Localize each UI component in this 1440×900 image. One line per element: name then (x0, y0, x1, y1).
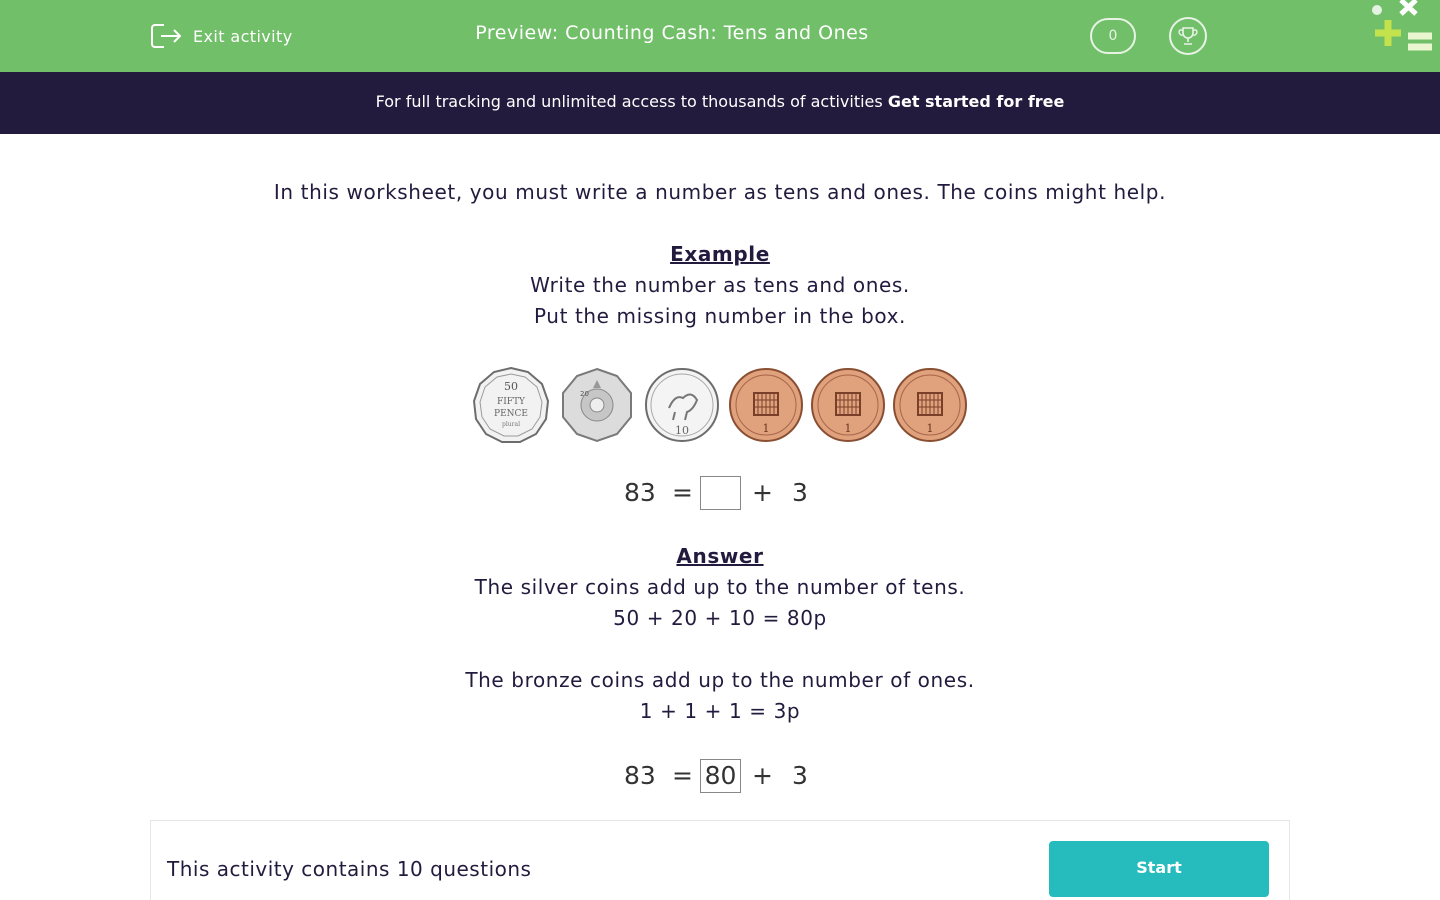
plus-sign: + (752, 478, 773, 507)
trophy-icon (1178, 27, 1198, 45)
equation-number: 3 (792, 478, 808, 507)
answer-line: 1 + 1 + 1 = 3p (639, 699, 801, 723)
svg-text:FIFTY: FIFTY (497, 397, 526, 407)
svg-text:1: 1 (845, 422, 852, 435)
one-penny-coin-icon: 1 (893, 368, 967, 442)
answer-line: The bronze coins add up to the number of… (465, 668, 975, 692)
exit-activity-button[interactable]: Exit activity (150, 21, 293, 51)
equation-number: 3 (792, 761, 808, 790)
equation-number: 83 (624, 761, 656, 790)
equals-sign: = (672, 761, 693, 790)
fifty-pence-coin-icon: 50 FIFTY PENCE plural (472, 366, 550, 443)
get-started-link[interactable]: Get started for free (888, 92, 1065, 111)
answer-line: 50 + 20 + 10 = 80p (613, 606, 827, 630)
logo-icon (1372, 0, 1432, 51)
svg-text:plural: plural (502, 421, 520, 428)
answer-box (700, 476, 741, 510)
intro-text: In this worksheet, you must write a numb… (273, 180, 1167, 204)
equation-number: 83 (624, 478, 656, 507)
example-heading: Example (670, 242, 770, 266)
page-title: Preview: Counting Cash: Tens and Ones (475, 22, 869, 44)
coin-row: 50 FIFTY PENCE plural 20 10 1 1 1 (472, 366, 968, 444)
worksheet-content: In this worksheet, you must write a numb… (0, 134, 1440, 820)
promo-banner: For full tracking and unlimited access t… (0, 72, 1440, 134)
exit-icon (151, 24, 181, 48)
activity-footer: This activity contains 10 questions Star… (150, 820, 1290, 900)
answer-line: The silver coins add up to the number of… (474, 575, 966, 599)
twenty-pence-coin-icon: 20 (562, 367, 632, 443)
score-counter: 0 (1090, 18, 1136, 54)
top-bar: Exit activity Preview: Counting Cash: Te… (0, 0, 1440, 72)
svg-text:10: 10 (675, 424, 689, 437)
one-penny-coin-icon: 1 (811, 368, 885, 442)
example-line: Write the number as tens and ones. (530, 273, 910, 297)
plus-sign: + (752, 761, 773, 790)
trophy-button[interactable] (1169, 17, 1207, 55)
svg-text:20: 20 (580, 390, 589, 398)
example-line: Put the missing number in the box. (533, 304, 907, 328)
one-penny-coin-icon: 1 (729, 368, 803, 442)
start-button[interactable]: Start (1049, 841, 1269, 897)
banner-text: For full tracking and unlimited access t… (375, 92, 888, 111)
answer-heading: Answer (676, 544, 764, 568)
svg-text:50: 50 (504, 380, 518, 393)
question-equation: 83 = + 3 (0, 476, 1440, 516)
question-count-text: This activity contains 10 questions (167, 857, 532, 881)
equals-sign: = (672, 478, 693, 507)
svg-text:PENCE: PENCE (494, 409, 528, 419)
svg-text:1: 1 (763, 422, 770, 435)
ten-pence-coin-icon: 10 (645, 368, 719, 442)
filled-answer-box: 80 (700, 759, 741, 793)
exit-activity-label: Exit activity (193, 26, 293, 46)
answer-equation: 83 = 80 + 3 (0, 759, 1440, 799)
svg-text:1: 1 (927, 422, 934, 435)
